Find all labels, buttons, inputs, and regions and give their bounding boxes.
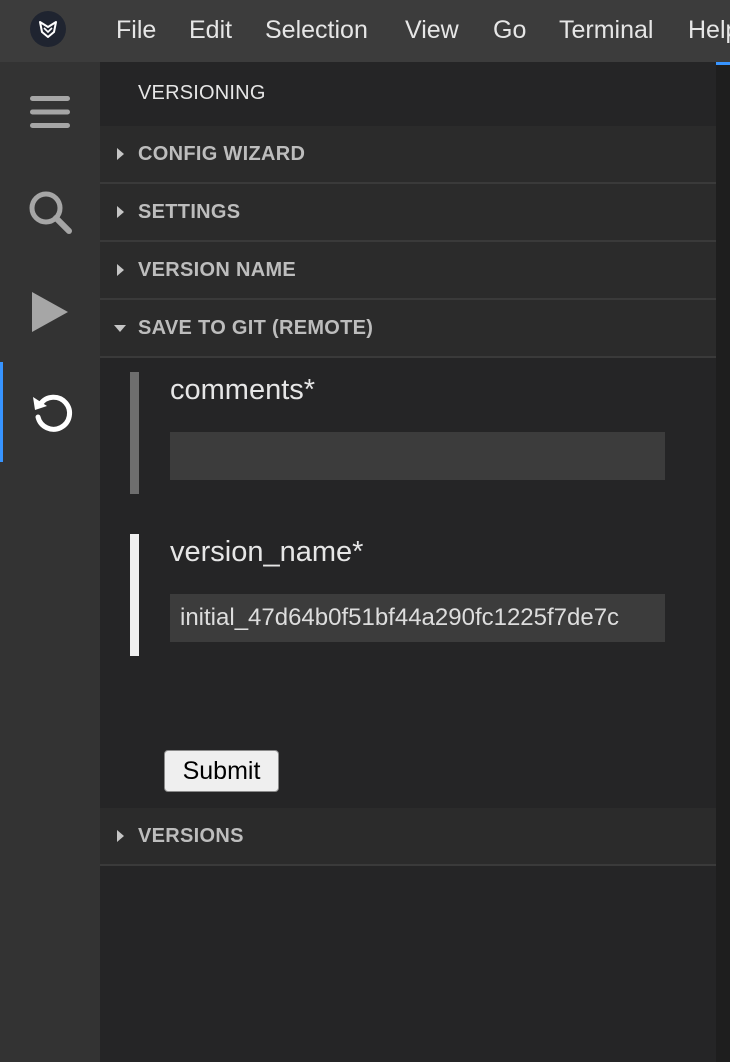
section-label: SETTINGS [138,200,241,223]
menu-edit[interactable]: Edit [189,14,232,46]
chevron-right-icon [117,264,124,276]
menu-icon[interactable] [0,62,100,162]
section-config-wizard[interactable]: CONFIG WIZARD [100,126,716,184]
section-label: CONFIG WIZARD [138,142,306,165]
comments-input[interactable] [170,432,665,480]
section-label: VERSIONS [138,824,244,847]
menu-file[interactable]: File [116,14,156,46]
comments-label: comments* [170,374,316,406]
version-name-input[interactable] [170,594,665,642]
section-label: SAVE TO GIT (REMOTE) [138,316,374,339]
version-name-label: version_name* [170,536,364,568]
chevron-right-icon [117,148,124,160]
section-settings[interactable]: SETTINGS [100,184,716,242]
section-versions[interactable]: VERSIONS [100,808,716,866]
menu-go[interactable]: Go [493,14,526,46]
side-panel: VERSIONING CONFIG WIZARD SETTINGS VERSIO… [100,62,716,1062]
editor-tab-accent [716,62,730,65]
editor-area [716,62,730,1062]
section-label: VERSION NAME [138,258,297,281]
chevron-right-icon [117,830,124,842]
section-save-to-git[interactable]: SAVE TO GIT (REMOTE) [100,300,716,358]
panel-title: VERSIONING [138,82,266,104]
field-indicator [130,372,139,494]
search-icon[interactable] [0,162,100,262]
comments-field-group: comments* [130,372,690,494]
chevron-down-icon [114,325,126,332]
activity-bar [0,62,100,1062]
menu-selection[interactable]: Selection [265,14,368,46]
submit-button[interactable]: Submit [164,750,279,792]
field-indicator [130,534,139,656]
menu-terminal[interactable]: Terminal [559,14,653,46]
section-version-name[interactable]: VERSION NAME [100,242,716,300]
run-icon[interactable] [0,262,100,362]
menu-help[interactable]: Help [688,14,730,46]
chevron-right-icon [117,206,124,218]
version-name-field-group: version_name* [130,534,690,656]
menu-view[interactable]: View [405,14,459,46]
versioning-icon[interactable] [0,362,100,462]
app-logo-icon [30,11,66,47]
title-menu-bar: File Edit Selection View Go Terminal Hel… [0,0,730,62]
